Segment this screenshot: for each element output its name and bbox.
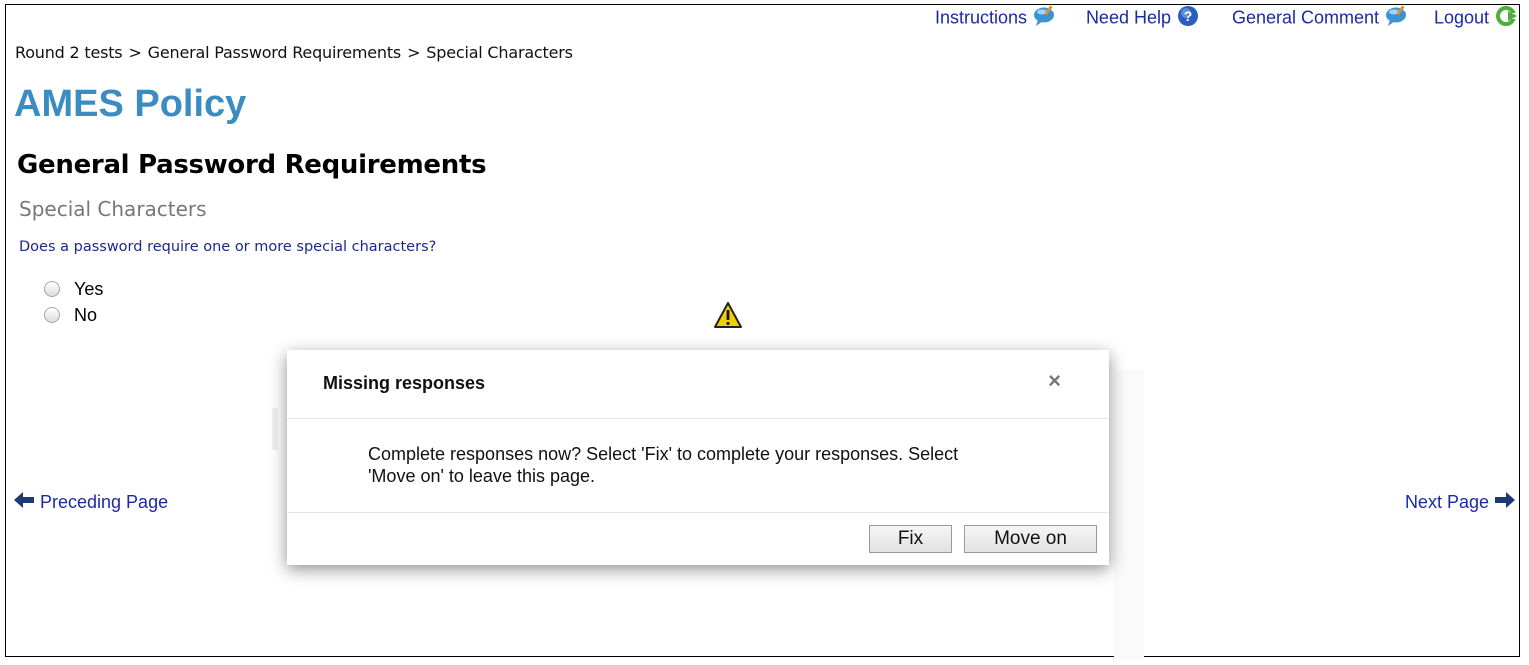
breadcrumb-separator: > bbox=[407, 43, 421, 62]
option-no[interactable]: No bbox=[44, 302, 103, 328]
dialog-message-line: Complete responses now? Select 'Fix' to … bbox=[368, 444, 959, 464]
dialog-header: Missing responses × bbox=[287, 350, 1109, 419]
next-page-label: Next Page bbox=[1404, 492, 1489, 512]
dialog-title: Missing responses bbox=[323, 373, 486, 393]
breadcrumb-item-requirements[interactable]: General Password Requirements bbox=[148, 43, 402, 62]
breadcrumb-separator: > bbox=[128, 43, 142, 62]
close-icon[interactable]: × bbox=[1048, 370, 1061, 392]
option-no-label: No bbox=[74, 304, 98, 325]
logout-icon bbox=[1495, 5, 1519, 32]
instructions-label: Instructions bbox=[934, 7, 1027, 28]
backdrop-artifact bbox=[1114, 370, 1144, 660]
need-help-label: Need Help bbox=[1085, 7, 1171, 28]
option-yes-label: Yes bbox=[74, 278, 104, 299]
arrow-right-icon bbox=[1495, 491, 1515, 514]
app-title: AMES Policy bbox=[14, 83, 247, 125]
comment-bubble-icon bbox=[1033, 5, 1057, 32]
help-icon: ? bbox=[1177, 5, 1199, 32]
svg-text:?: ? bbox=[1184, 8, 1193, 24]
need-help-link[interactable]: Need Help? bbox=[1086, 5, 1199, 29]
comment-bubble-icon bbox=[1385, 5, 1409, 32]
breadcrumb-item-current: Special Characters bbox=[426, 43, 573, 62]
dialog-message-line: 'Move on' to leave this page. bbox=[368, 466, 596, 486]
subsection-title: Special Characters bbox=[19, 197, 207, 221]
radio-no[interactable] bbox=[44, 307, 60, 323]
missing-responses-dialog: Missing responses × Complete responses n… bbox=[287, 350, 1109, 565]
move-on-button[interactable]: Move on bbox=[964, 525, 1097, 553]
fix-button[interactable]: Fix bbox=[869, 525, 952, 553]
preceding-page-link[interactable]: Preceding Page bbox=[14, 491, 168, 514]
backdrop-artifact bbox=[272, 408, 278, 450]
general-comment-label: General Comment bbox=[1231, 7, 1379, 28]
dialog-message: Complete responses now? Select 'Fix' to … bbox=[368, 443, 1028, 487]
option-yes[interactable]: Yes bbox=[44, 276, 103, 302]
arrow-left-icon bbox=[14, 491, 34, 514]
general-comment-link[interactable]: General Comment bbox=[1232, 5, 1409, 29]
answer-options: Yes No bbox=[44, 276, 103, 328]
radio-yes[interactable] bbox=[44, 281, 60, 297]
next-page-link[interactable]: Next Page bbox=[1405, 491, 1515, 514]
question-text: Does a password require one or more spec… bbox=[19, 239, 437, 255]
breadcrumb: Round 2 tests > General Password Requireme… bbox=[15, 43, 573, 62]
preceding-page-label: Preceding Page bbox=[40, 492, 169, 512]
breadcrumb-item-round[interactable]: Round 2 tests bbox=[15, 43, 123, 62]
instructions-link[interactable]: Instructions bbox=[935, 5, 1057, 29]
logout-label: Logout bbox=[1433, 7, 1489, 28]
warning-icon bbox=[713, 301, 743, 334]
logout-link[interactable]: Logout bbox=[1434, 5, 1519, 29]
section-title: General Password Requirements bbox=[17, 150, 487, 180]
dialog-footer: Fix Move on bbox=[287, 512, 1109, 565]
